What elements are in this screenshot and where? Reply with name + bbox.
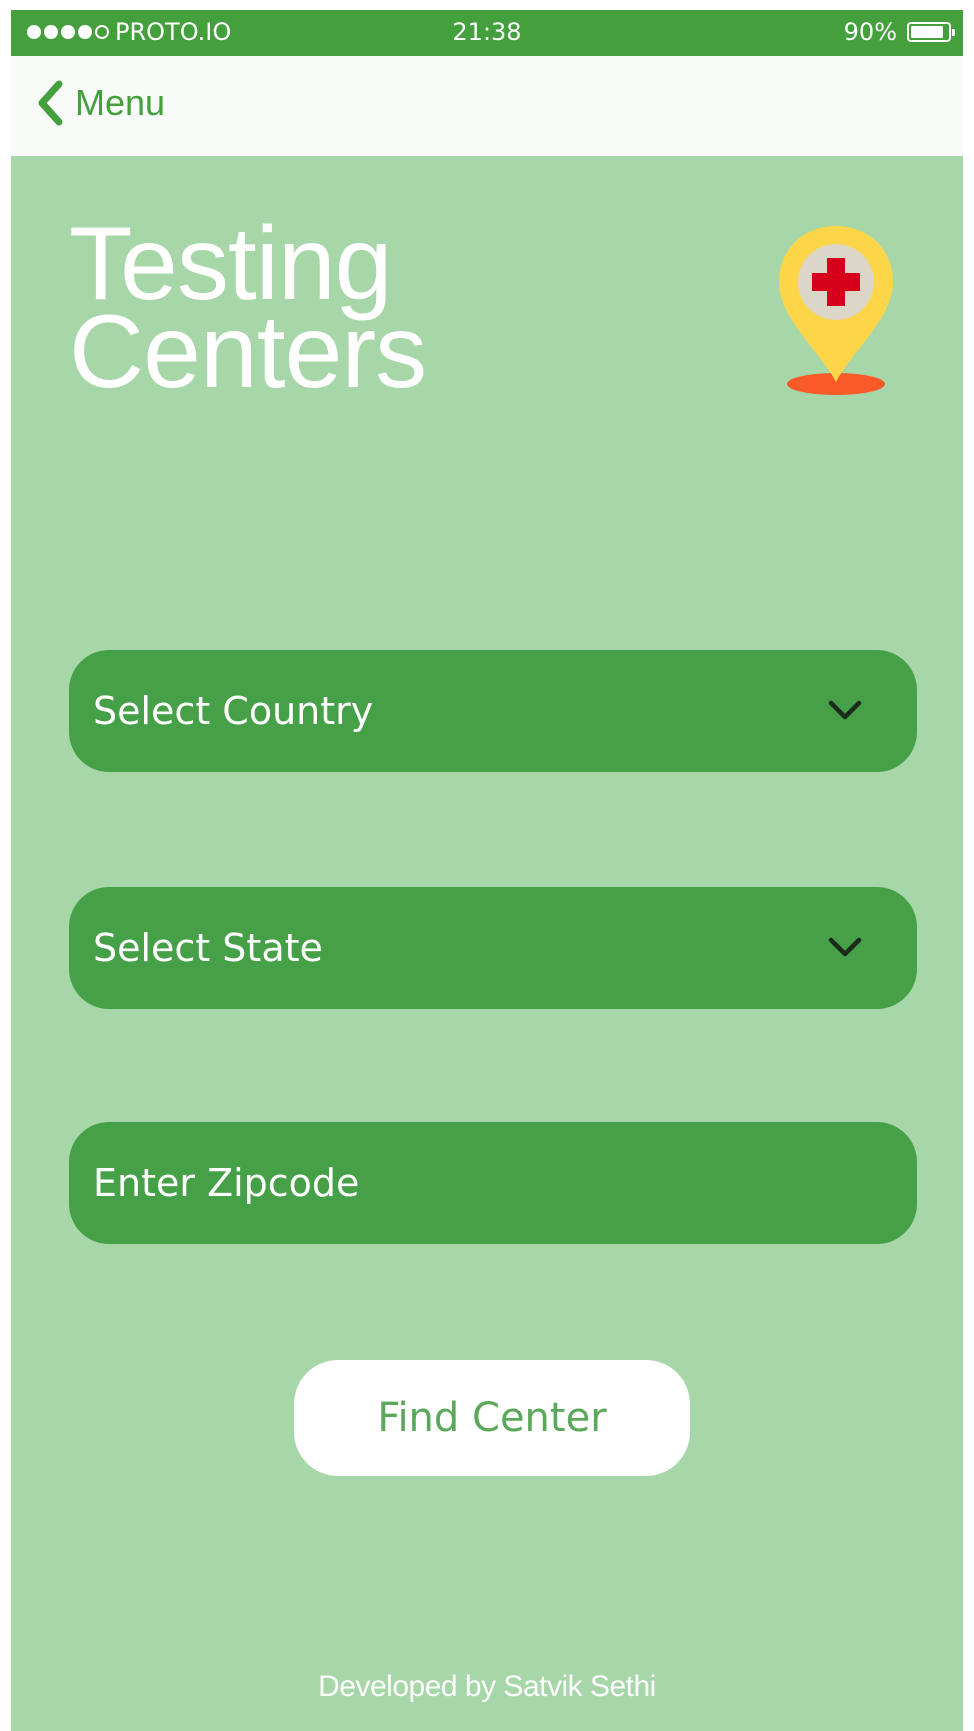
battery-fill	[911, 26, 944, 38]
battery-icon	[907, 22, 955, 42]
find-center-button[interactable]: Find Center	[294, 1360, 690, 1476]
zipcode-input[interactable]	[93, 1161, 873, 1205]
chevron-down-icon	[828, 937, 862, 957]
chevron-down-icon	[828, 700, 862, 720]
app-screen: PROTO.IO 21:38 90% Menu Testing Centers …	[11, 10, 963, 1731]
country-select[interactable]: Select Country	[69, 650, 917, 772]
chevron-left-icon	[38, 80, 63, 126]
status-time: 21:38	[452, 18, 522, 46]
page-title-line2: Centers	[69, 294, 427, 410]
state-select-label: Select State	[93, 926, 323, 970]
zipcode-field[interactable]	[69, 1122, 917, 1244]
battery-status: 90%	[843, 18, 955, 46]
state-select[interactable]: Select State	[69, 887, 917, 1009]
developer-credit: Developed by Satvik Sethi	[318, 1670, 656, 1703]
map-pin-medical-icon	[779, 226, 893, 395]
status-bar: PROTO.IO 21:38 90%	[11, 10, 963, 56]
back-menu-label: Menu	[75, 82, 166, 123]
country-select-label: Select Country	[93, 689, 374, 733]
page-title: Testing Centers	[69, 212, 427, 404]
battery-percent: 90%	[843, 18, 897, 46]
navigation-bar: Menu	[11, 56, 963, 156]
back-menu-button[interactable]: Menu	[35, 80, 165, 126]
